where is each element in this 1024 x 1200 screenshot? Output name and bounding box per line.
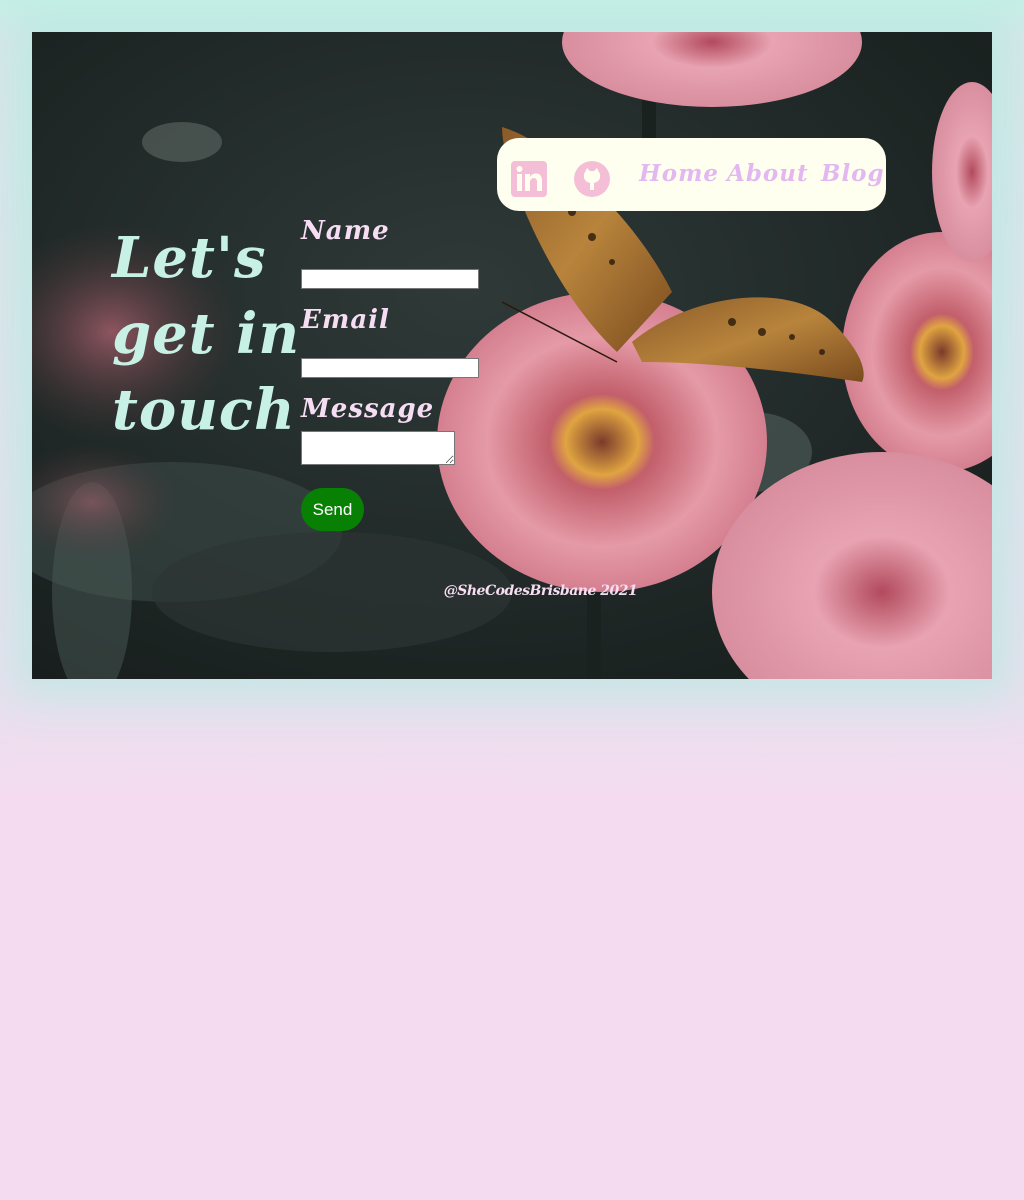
page-title: Let's get in touch	[112, 225, 301, 443]
message-label: Message	[301, 394, 435, 424]
email-label: Email	[301, 305, 390, 335]
nav-link-about[interactable]: About	[727, 160, 809, 187]
footer-credit: @SheCodesBrisbane 2021	[443, 583, 638, 599]
github-icon[interactable]	[574, 161, 610, 197]
message-field[interactable]	[301, 431, 455, 465]
email-field[interactable]	[301, 358, 479, 378]
nav-link-home[interactable]: Home	[639, 160, 719, 187]
send-button[interactable]: Send	[301, 488, 364, 531]
linkedin-icon[interactable]	[511, 161, 547, 197]
name-label: Name	[301, 216, 390, 246]
navbar: Home About Blog	[497, 138, 886, 211]
nav-link-blog[interactable]: Blog	[821, 160, 885, 187]
hero-card: Let's get in touch Name Email Message Se…	[32, 32, 992, 679]
name-field[interactable]	[301, 269, 479, 289]
